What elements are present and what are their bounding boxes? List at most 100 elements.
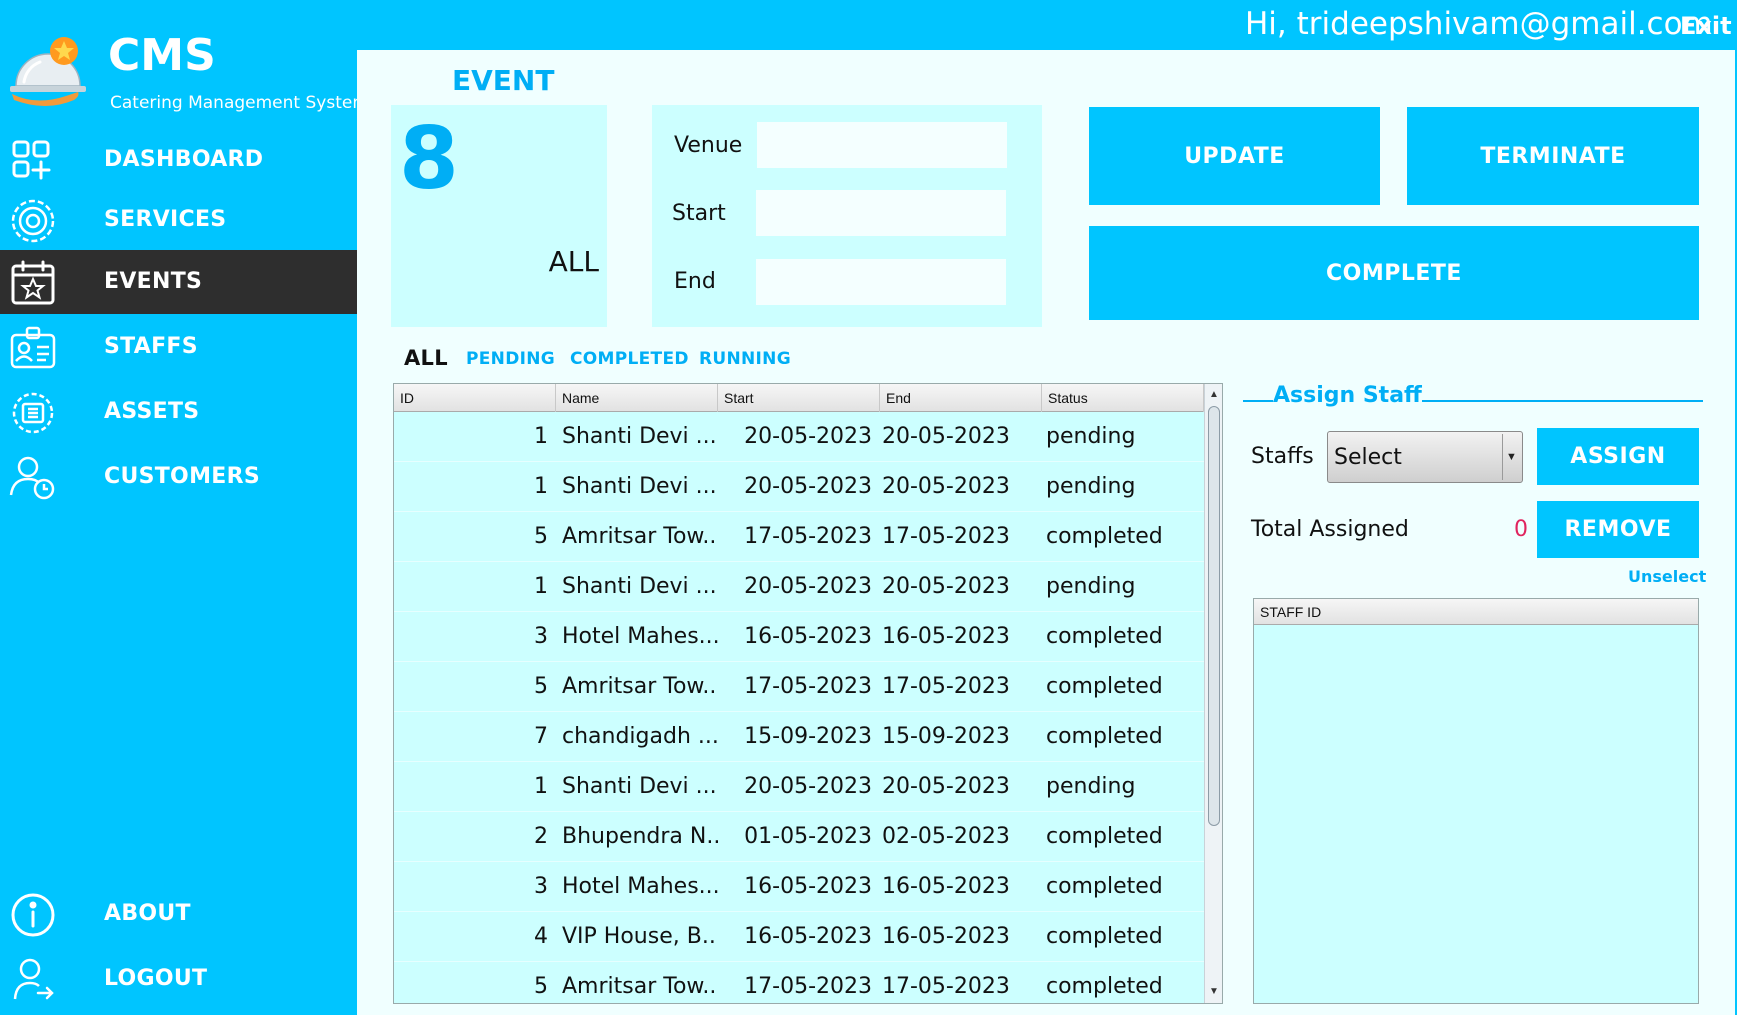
events-table-header: ID Name Start End Status bbox=[394, 384, 1204, 412]
sidebar-item-label: CUSTOMERS bbox=[104, 464, 260, 489]
sidebar-item-events[interactable]: EVENTS bbox=[0, 250, 357, 314]
sidebar-item-logout[interactable]: LOGOUT bbox=[0, 947, 357, 1011]
scroll-down-arrow-icon[interactable]: ▼ bbox=[1205, 983, 1222, 1001]
events-table[interactable]: ID Name Start End Status 1 Shanti Devi ..… bbox=[393, 383, 1223, 1004]
cell-end: 17-05-2023 bbox=[882, 524, 1010, 549]
info-icon bbox=[8, 892, 58, 938]
end-field[interactable] bbox=[756, 259, 1006, 305]
cell-status: completed bbox=[1046, 724, 1163, 749]
cell-start: 20-05-2023 bbox=[744, 474, 872, 499]
chevron-down-icon[interactable]: ▼ bbox=[1502, 434, 1520, 480]
tab-running[interactable]: RUNNING bbox=[699, 349, 791, 369]
sidebar-item-services[interactable]: SERVICES bbox=[0, 188, 357, 252]
cell-name: Hotel Mahes... bbox=[562, 624, 718, 649]
cell-id: 1 bbox=[534, 424, 548, 449]
cell-end: 20-05-2023 bbox=[882, 774, 1010, 799]
column-header-staff-id[interactable]: STAFF ID bbox=[1254, 599, 1698, 625]
id-card-icon bbox=[8, 325, 58, 371]
sidebar-item-label: ASSETS bbox=[104, 399, 200, 424]
event-details-card: Venue Start End bbox=[652, 105, 1042, 327]
events-scrollbar[interactable]: ▲ ▼ bbox=[1204, 384, 1222, 1003]
sidebar-item-about[interactable]: ABOUT bbox=[0, 882, 357, 946]
remove-button[interactable]: REMOVE bbox=[1537, 501, 1699, 558]
table-row[interactable]: 1 Shanti Devi ... 20-05-2023 20-05-2023 pend… bbox=[394, 412, 1204, 462]
cell-start: 20-05-2023 bbox=[744, 774, 872, 799]
cell-start: 16-05-2023 bbox=[744, 624, 872, 649]
start-label: Start bbox=[672, 201, 726, 226]
column-header-id[interactable]: ID bbox=[394, 384, 556, 412]
update-button[interactable]: UPDATE bbox=[1089, 107, 1380, 205]
staff-select[interactable]: Select ▼ bbox=[1327, 431, 1523, 483]
event-count-card: 8 ALL bbox=[391, 105, 607, 327]
terminate-button[interactable]: TERMINATE bbox=[1407, 107, 1699, 205]
exit-button[interactable]: Exit bbox=[1680, 12, 1732, 40]
column-header-end[interactable]: End bbox=[880, 384, 1042, 412]
unselect-link[interactable]: Unselect bbox=[1628, 567, 1706, 586]
cell-start: 15-09-2023 bbox=[744, 724, 872, 749]
table-row[interactable]: 4 VIP House, B... 16-05-2023 16-05-2023 comp… bbox=[394, 912, 1204, 962]
cell-name: Amritsar Tow... bbox=[562, 974, 718, 999]
cell-end: 16-05-2023 bbox=[882, 924, 1010, 949]
cell-name: chandigadh ... bbox=[562, 724, 718, 749]
sidebar-item-label: ABOUT bbox=[104, 901, 191, 926]
sidebar-item-staffs[interactable]: STAFFS bbox=[0, 315, 357, 379]
cell-id: 5 bbox=[534, 524, 548, 549]
table-row[interactable]: 1 Shanti Devi ... 20-05-2023 20-05-2023 pend… bbox=[394, 762, 1204, 812]
cell-id: 1 bbox=[534, 574, 548, 599]
main-panel: EVENT 8 ALL Venue Start End UPDATE TERMI… bbox=[357, 50, 1735, 1015]
title-rule bbox=[1421, 384, 1703, 402]
staff-table[interactable]: STAFF ID bbox=[1253, 598, 1699, 1004]
table-row[interactable]: 5 Amritsar Tow... 17-05-2023 17-05-2023 comp… bbox=[394, 662, 1204, 712]
table-row[interactable]: 5 Amritsar Tow... 17-05-2023 17-05-2023 comp… bbox=[394, 512, 1204, 562]
cell-name: Shanti Devi ... bbox=[562, 424, 717, 449]
complete-button[interactable]: COMPLETE bbox=[1089, 226, 1699, 320]
assign-button[interactable]: ASSIGN bbox=[1537, 428, 1699, 485]
table-row[interactable]: 2 Bhupendra N... 01-05-2023 02-05-2023 compl… bbox=[394, 812, 1204, 862]
table-row[interactable]: 3 Hotel Mahes... 16-05-2023 16-05-2023 compl… bbox=[394, 862, 1204, 912]
calendar-star-icon bbox=[8, 260, 58, 306]
cell-name: Amritsar Tow... bbox=[562, 524, 718, 549]
column-header-start[interactable]: Start bbox=[718, 384, 880, 412]
column-header-status[interactable]: Status bbox=[1042, 384, 1204, 412]
table-row[interactable]: 1 Shanti Devi ... 20-05-2023 20-05-2023 pend… bbox=[394, 562, 1204, 612]
dashboard-grid-icon bbox=[8, 138, 58, 184]
cell-end: 20-05-2023 bbox=[882, 424, 1010, 449]
cell-id: 1 bbox=[534, 474, 548, 499]
event-count-filter: ALL bbox=[548, 245, 599, 278]
tab-completed[interactable]: COMPLETED bbox=[570, 349, 689, 369]
cell-id: 3 bbox=[534, 624, 548, 649]
cell-start: 20-05-2023 bbox=[744, 574, 872, 599]
sidebar-item-assets[interactable]: ASSETS bbox=[0, 380, 357, 444]
table-row[interactable]: 7 chandigadh ... 15-09-2023 15-09-2023 compl… bbox=[394, 712, 1204, 762]
cell-name: Amritsar Tow... bbox=[562, 674, 718, 699]
sidebar-item-customers[interactable]: CUSTOMERS bbox=[0, 445, 357, 509]
cell-name: Shanti Devi ... bbox=[562, 774, 717, 799]
sidebar: CMS Catering Management System DASHBOARD… bbox=[0, 0, 369, 1015]
assign-staff-title: Assign Staff bbox=[1243, 383, 1703, 408]
cell-start: 20-05-2023 bbox=[744, 424, 872, 449]
venue-field[interactable] bbox=[757, 122, 1007, 168]
start-field[interactable] bbox=[756, 190, 1006, 236]
end-label: End bbox=[674, 269, 716, 294]
cell-id: 5 bbox=[534, 974, 548, 999]
sidebar-item-label: STAFFS bbox=[104, 334, 198, 359]
cell-start: 16-05-2023 bbox=[744, 874, 872, 899]
column-header-name[interactable]: Name bbox=[556, 384, 718, 412]
table-row[interactable]: 1 Shanti Devi ... 20-05-2023 20-05-2023 pend… bbox=[394, 462, 1204, 512]
scrollbar-thumb[interactable] bbox=[1208, 406, 1220, 826]
page-title: EVENT bbox=[452, 64, 555, 97]
scroll-up-arrow-icon[interactable]: ▲ bbox=[1205, 386, 1222, 404]
cell-status: completed bbox=[1046, 974, 1163, 999]
table-row[interactable]: 5 Amritsar Tow... 17-05-2023 17-05-2023 comp… bbox=[394, 962, 1204, 1003]
cell-status: completed bbox=[1046, 674, 1163, 699]
staff-select-value: Select bbox=[1334, 445, 1402, 470]
sidebar-item-dashboard[interactable]: DASHBOARD bbox=[0, 128, 357, 192]
cell-name: VIP House, B... bbox=[562, 924, 718, 949]
tab-pending[interactable]: PENDING bbox=[466, 349, 555, 369]
tab-all[interactable]: ALL bbox=[404, 346, 448, 370]
table-row[interactable]: 3 Hotel Mahes... 16-05-2023 16-05-2023 compl… bbox=[394, 612, 1204, 662]
venue-label: Venue bbox=[674, 133, 743, 158]
app-subtitle: Catering Management System bbox=[110, 93, 369, 113]
cell-status: completed bbox=[1046, 824, 1163, 849]
cell-status: pending bbox=[1046, 774, 1136, 799]
